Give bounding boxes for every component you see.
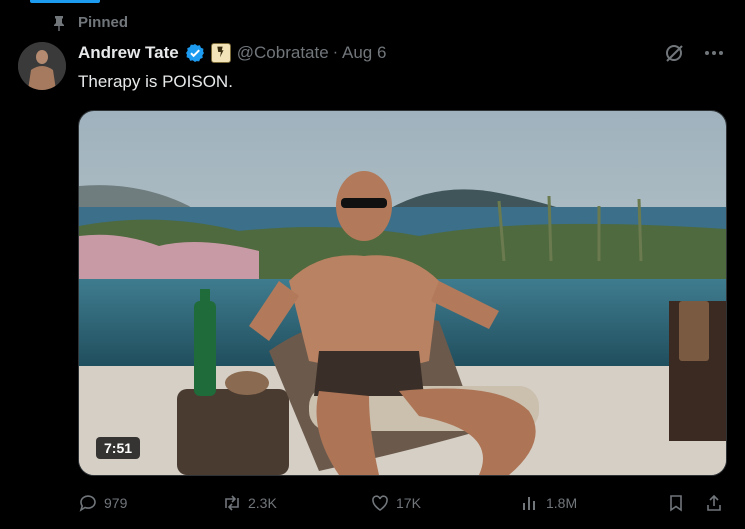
repost-count: 2.3K <box>248 495 277 511</box>
repost-button[interactable]: 2.3K <box>222 488 277 518</box>
tweet-actions-bar: 979 2.3K 17K 1.8M <box>72 488 727 518</box>
avatar[interactable] <box>18 42 66 90</box>
tweet-date[interactable]: Aug 6 <box>342 43 386 63</box>
like-count: 17K <box>396 495 421 511</box>
reply-icon <box>79 495 96 512</box>
verified-badge-icon[interactable] <box>185 43 205 63</box>
heart-icon <box>372 495 388 511</box>
like-button[interactable]: 17K <box>370 488 421 518</box>
author-name[interactable]: Andrew Tate <box>78 43 179 63</box>
views-count: 1.8M <box>546 495 578 511</box>
repost-icon <box>225 495 239 511</box>
video-player[interactable]: 7:51 <box>78 110 727 476</box>
pin-icon <box>54 15 64 31</box>
avatar-image <box>18 42 66 90</box>
bookmark-icon <box>670 495 682 512</box>
affiliate-badge-icon[interactable] <box>210 43 231 63</box>
separator-dot: · <box>332 44 339 61</box>
pinned-label: Pinned <box>52 14 128 31</box>
more-icon[interactable] <box>703 42 725 64</box>
reply-button[interactable]: 979 <box>78 488 127 518</box>
reply-count: 979 <box>104 495 128 511</box>
views-icon <box>523 497 535 510</box>
author-handle[interactable]: @Cobratate <box>237 43 329 63</box>
share-button[interactable] <box>704 488 724 518</box>
video-duration: 7:51 <box>96 437 141 459</box>
views-button[interactable]: 1.8M <box>520 488 577 518</box>
video-thumbnail <box>79 111 726 475</box>
tweet-text: Therapy is POISON. <box>78 72 233 91</box>
grok-icon[interactable] <box>663 42 685 64</box>
share-icon <box>707 494 721 511</box>
bookmark-button[interactable] <box>666 488 686 518</box>
tweet-header: Andrew Tate @Cobratate · Aug 6 <box>78 42 725 64</box>
header-actions <box>663 42 725 64</box>
active-tab-indicator <box>30 0 100 3</box>
pinned-text: Pinned <box>78 14 129 31</box>
